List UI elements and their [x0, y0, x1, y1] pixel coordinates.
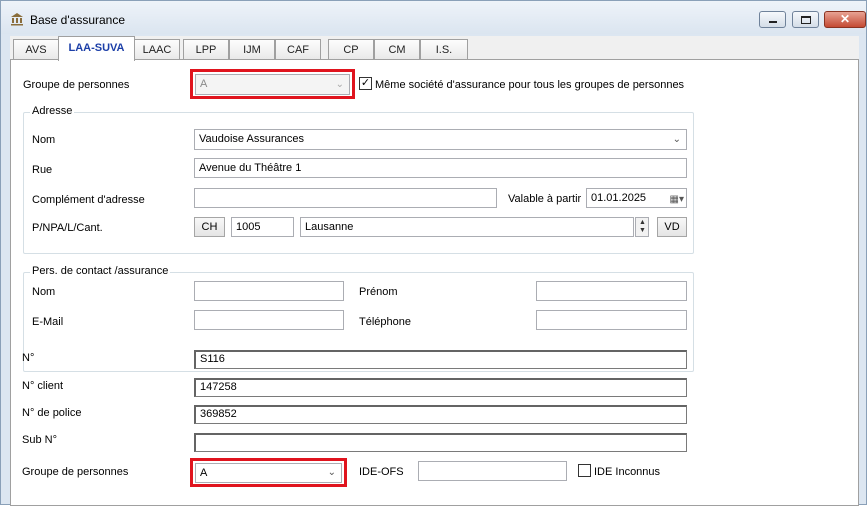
ide-unknown-checkbox[interactable]: [578, 464, 591, 477]
window-title: Base d'assurance: [30, 13, 126, 27]
contact-phone-input[interactable]: [536, 310, 687, 330]
insurer-name-value: Vaudoise Assurances: [199, 133, 304, 145]
city-input[interactable]: Lausanne: [300, 217, 634, 237]
contact-email-label: E-Mail: [32, 316, 64, 328]
address-name-label: Nom: [32, 134, 56, 146]
number-input[interactable]: S116: [194, 350, 687, 369]
bank-icon: [11, 13, 23, 26]
complement-input[interactable]: [194, 188, 497, 208]
title-bar[interactable]: Base d'assurance ✕: [1, 1, 866, 34]
close-icon: ✕: [839, 12, 851, 26]
spin-down-icon: ▼: [639, 227, 646, 234]
ide-input[interactable]: [418, 461, 567, 481]
valid-from-date-input[interactable]: 01.01.2025 ▦▾: [586, 188, 687, 208]
bottom-group-value: A: [200, 467, 208, 479]
tab-cp[interactable]: CP: [328, 39, 374, 60]
ide-label: IDE-OFS: [359, 466, 404, 478]
chevron-down-icon: ⌄: [327, 467, 336, 478]
contact-firstname-label: Prénom: [359, 286, 398, 298]
sub-number-label: Sub N°: [22, 434, 57, 446]
calendar-icon[interactable]: ▦▾: [670, 191, 684, 207]
insurance-window: Base d'assurance ✕ AVS LAA-SUVA LAAC LPP…: [0, 0, 867, 506]
street-label: Rue: [32, 164, 53, 176]
contact-email-input[interactable]: [194, 310, 344, 330]
npa-input[interactable]: 1005: [231, 217, 294, 237]
client-number-input[interactable]: 147258: [194, 378, 687, 397]
minimize-button[interactable]: [759, 11, 786, 28]
police-number-label: N° de police: [22, 407, 82, 419]
contact-firstname-input[interactable]: [536, 281, 687, 301]
valid-from-value: 01.01.2025: [591, 192, 647, 204]
contact-group-title: Pers. de contact /assurance: [30, 265, 171, 277]
valid-from-label: Valable à partir: [508, 193, 582, 205]
tab-is[interactable]: I.S.: [420, 39, 468, 60]
tab-cm[interactable]: CM: [374, 39, 420, 60]
tab-strip: AVS LAA-SUVA LAAC LPP IJM CAF CP CM I.S.: [10, 36, 859, 61]
spin-up-icon: ▲: [639, 219, 646, 226]
contact-name-input[interactable]: [194, 281, 344, 301]
contact-phone-label: Téléphone: [359, 316, 411, 328]
group-select-top[interactable]: A ⌄: [195, 74, 350, 95]
tab-ijm[interactable]: IJM: [229, 39, 275, 60]
maximize-button[interactable]: [792, 11, 819, 28]
chevron-down-icon: ⌄: [672, 134, 681, 145]
group-label: Groupe de personnes: [23, 79, 130, 91]
group-select-bottom[interactable]: A ⌄: [195, 463, 342, 483]
npa-label: P/NPA/L/Cant.: [32, 222, 103, 234]
sub-number-input[interactable]: [194, 433, 687, 452]
minimize-icon: [769, 21, 777, 23]
tab-laa-suva[interactable]: LAA-SUVA: [58, 36, 135, 61]
address-group-title: Adresse: [30, 105, 75, 117]
same-company-checkbox[interactable]: ✓: [359, 77, 372, 90]
country-button[interactable]: CH: [194, 217, 225, 237]
complement-label: Complément d'adresse: [32, 194, 145, 206]
tab-avs[interactable]: AVS: [13, 39, 59, 60]
contact-name-label: Nom: [32, 286, 56, 298]
tab-caf[interactable]: CAF: [275, 39, 321, 60]
number-label: N°: [22, 352, 35, 364]
group-select-value: A: [200, 78, 208, 90]
laa-suva-panel: Groupe de personnes A ⌄ ✓ Même société d…: [10, 59, 859, 506]
tab-laac[interactable]: LAAC: [134, 39, 180, 60]
tab-lpp[interactable]: LPP: [183, 39, 229, 60]
city-spinner[interactable]: ▲ ▼: [635, 217, 649, 237]
checkmark-icon: ✓: [360, 77, 371, 89]
canton-button[interactable]: VD: [657, 217, 687, 237]
close-button[interactable]: ✕: [824, 11, 866, 28]
same-company-label: Même société d'assurance pour tous les g…: [375, 79, 685, 91]
bottom-group-label: Groupe de personnes: [22, 466, 129, 478]
client-area: AVS LAA-SUVA LAAC LPP IJM CAF CP CM I.S.…: [10, 36, 859, 506]
chevron-down-icon: ⌄: [335, 79, 344, 90]
street-input[interactable]: Avenue du Théâtre 1: [194, 158, 687, 178]
ide-unknown-label: IDE Inconnus: [594, 466, 661, 478]
client-number-label: N° client: [22, 380, 64, 392]
insurer-name-select[interactable]: Vaudoise Assurances ⌄: [194, 129, 687, 150]
police-number-input[interactable]: 369852: [194, 405, 687, 424]
maximize-icon: [801, 16, 811, 24]
